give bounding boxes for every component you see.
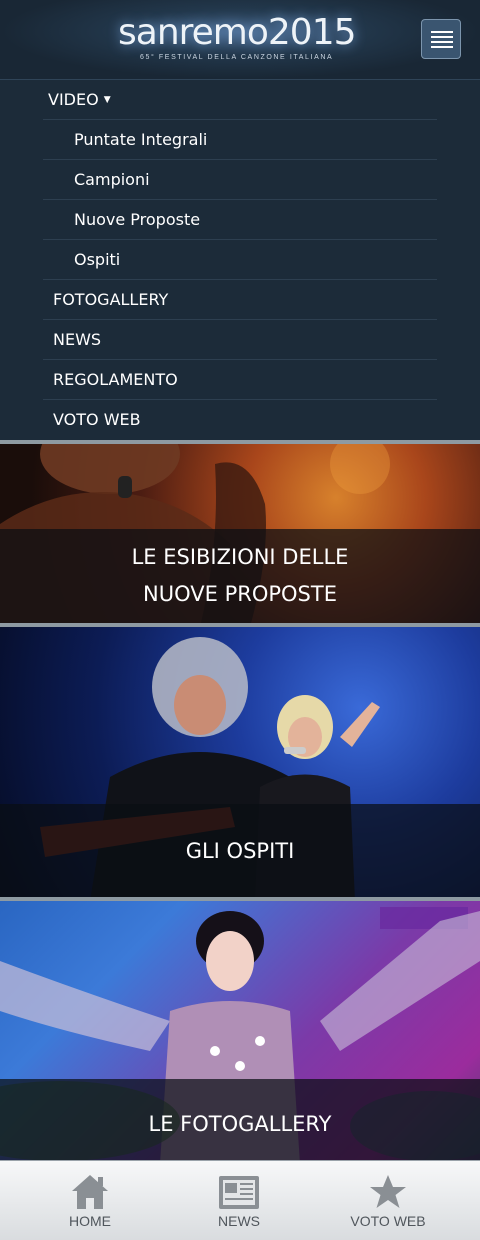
main-nav: VIDEO ▼ Puntate Integrali Campioni Nuove …: [0, 80, 480, 442]
nav-subitem-puntate-integrali[interactable]: Puntate Integrali: [43, 120, 437, 160]
banner-caption-line1: LE ESIBIZIONI DELLE: [131, 545, 349, 569]
banner-fotogallery[interactable]: LE FOTOGALLERY: [0, 897, 480, 1160]
nav-item-regolamento[interactable]: REGOLAMENTO: [43, 360, 437, 400]
tab-voto-web[interactable]: VOTO WEB: [338, 1161, 438, 1240]
logo-subtitle: 65° FESTIVAL DELLA CANZONE ITALIANA: [140, 54, 334, 61]
tab-label: NEWS: [218, 1213, 260, 1229]
tab-home[interactable]: HOME: [40, 1161, 140, 1240]
tab-news[interactable]: NEWS: [189, 1161, 289, 1240]
chevron-down-icon: ▼: [103, 95, 111, 105]
newspaper-icon: [219, 1176, 259, 1209]
nav-item-video[interactable]: VIDEO ▼: [43, 80, 437, 120]
banner-ospiti[interactable]: GLI OSPITI: [0, 623, 480, 897]
sanremo-logo[interactable]: sanremo2015 65° FESTIVAL DELLA CANZONE I…: [110, 10, 370, 66]
banner-nuove-proposte[interactable]: LE ESIBIZIONI DELLE NUOVE PROPOSTE: [0, 440, 480, 623]
logo-main-text: sanremo2015: [118, 12, 357, 53]
nav-subitem-nuove-proposte[interactable]: Nuove Proposte: [43, 200, 437, 240]
banner-caption: LE FOTOGALLERY: [0, 1079, 480, 1160]
bottom-tab-bar: HOME NEWS VOTO WEB: [0, 1160, 480, 1240]
menu-button[interactable]: [421, 19, 461, 59]
tab-label: HOME: [69, 1213, 111, 1229]
nav-item-fotogallery[interactable]: FOTOGALLERY: [43, 280, 437, 320]
nav-subitem-campioni[interactable]: Campioni: [43, 160, 437, 200]
star-icon: [370, 1175, 406, 1208]
nav-subitem-ospiti[interactable]: Ospiti: [43, 240, 437, 280]
banner-caption: LE ESIBIZIONI DELLE NUOVE PROPOSTE: [0, 529, 480, 623]
banner-caption-line2: NUOVE PROPOSTE: [143, 582, 337, 606]
nav-item-label: VIDEO: [48, 90, 99, 109]
nav-item-voto-web[interactable]: VOTO WEB: [43, 400, 437, 440]
home-icon: [72, 1175, 108, 1209]
tab-label: VOTO WEB: [350, 1213, 426, 1229]
banner-caption: GLI OSPITI: [0, 804, 480, 897]
header: sanremo2015 65° FESTIVAL DELLA CANZONE I…: [0, 0, 480, 80]
nav-item-news[interactable]: NEWS: [43, 320, 437, 360]
